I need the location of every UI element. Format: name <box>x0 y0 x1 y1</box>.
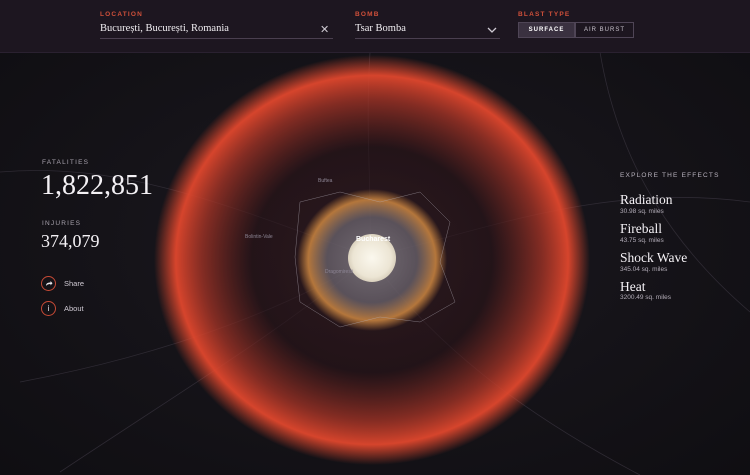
effect-name: Fireball <box>620 220 662 236</box>
map-place-label: Dragomiresti <box>325 269 354 275</box>
blast-type-label: BLAST TYPE <box>518 11 571 18</box>
injuries-value: 374,079 <box>41 231 100 251</box>
about-button[interactable]: i About <box>41 301 84 316</box>
effect-name: Shock Wave <box>620 249 688 265</box>
effect-area: 3200.49 sq. miles <box>620 294 671 302</box>
surface-toggle[interactable]: SURFACE <box>518 22 575 38</box>
effect-name: Radiation <box>620 192 673 207</box>
map-place-label: Bolintin-Vale <box>245 234 273 240</box>
top-bar: LOCATION București, București, Romania ✕… <box>0 0 750 53</box>
close-icon[interactable]: ✕ <box>320 23 329 36</box>
effects-panel: EXPLORE THE EFFECTS Radiation 30.98 sq. … <box>620 172 745 308</box>
effects-title: EXPLORE THE EFFECTS <box>620 172 720 179</box>
effect-shock-wave[interactable]: Shock Wave 345.04 sq. miles <box>620 249 745 273</box>
effect-area: 345.04 sq. miles <box>620 265 668 273</box>
about-label: About <box>64 304 84 313</box>
share-label: Share <box>64 279 85 288</box>
injuries-label: INJURIES <box>42 220 82 227</box>
fatalities-value: 1,822,851 <box>41 170 153 201</box>
effect-fireball[interactable]: Fireball 43.75 sq. miles <box>620 220 745 244</box>
bomb-select[interactable]: Tsar Bomba <box>355 23 406 34</box>
air-burst-toggle[interactable]: AIR BURST <box>575 22 634 38</box>
share-icon <box>41 276 56 291</box>
info-icon: i <box>41 301 56 316</box>
effect-heat[interactable]: Heat 3200.49 sq. miles <box>620 278 745 302</box>
fatalities-label: FATALITIES <box>42 159 90 166</box>
bomb-underline <box>355 38 500 39</box>
effect-area: 30.98 sq. miles <box>620 207 664 215</box>
share-button[interactable]: Share <box>41 276 84 291</box>
bomb-label: BOMB <box>355 11 380 18</box>
location-input[interactable]: București, București, Romania <box>100 23 229 34</box>
location-underline <box>100 38 333 39</box>
effect-radiation[interactable]: Radiation 30.98 sq. miles <box>620 192 745 215</box>
effect-area: 43.75 sq. miles <box>620 236 664 244</box>
location-label: LOCATION <box>100 11 144 18</box>
effect-name: Heat <box>620 278 646 294</box>
map-place-label: Buftea <box>318 178 333 184</box>
city-label: Bucharest <box>356 236 391 243</box>
